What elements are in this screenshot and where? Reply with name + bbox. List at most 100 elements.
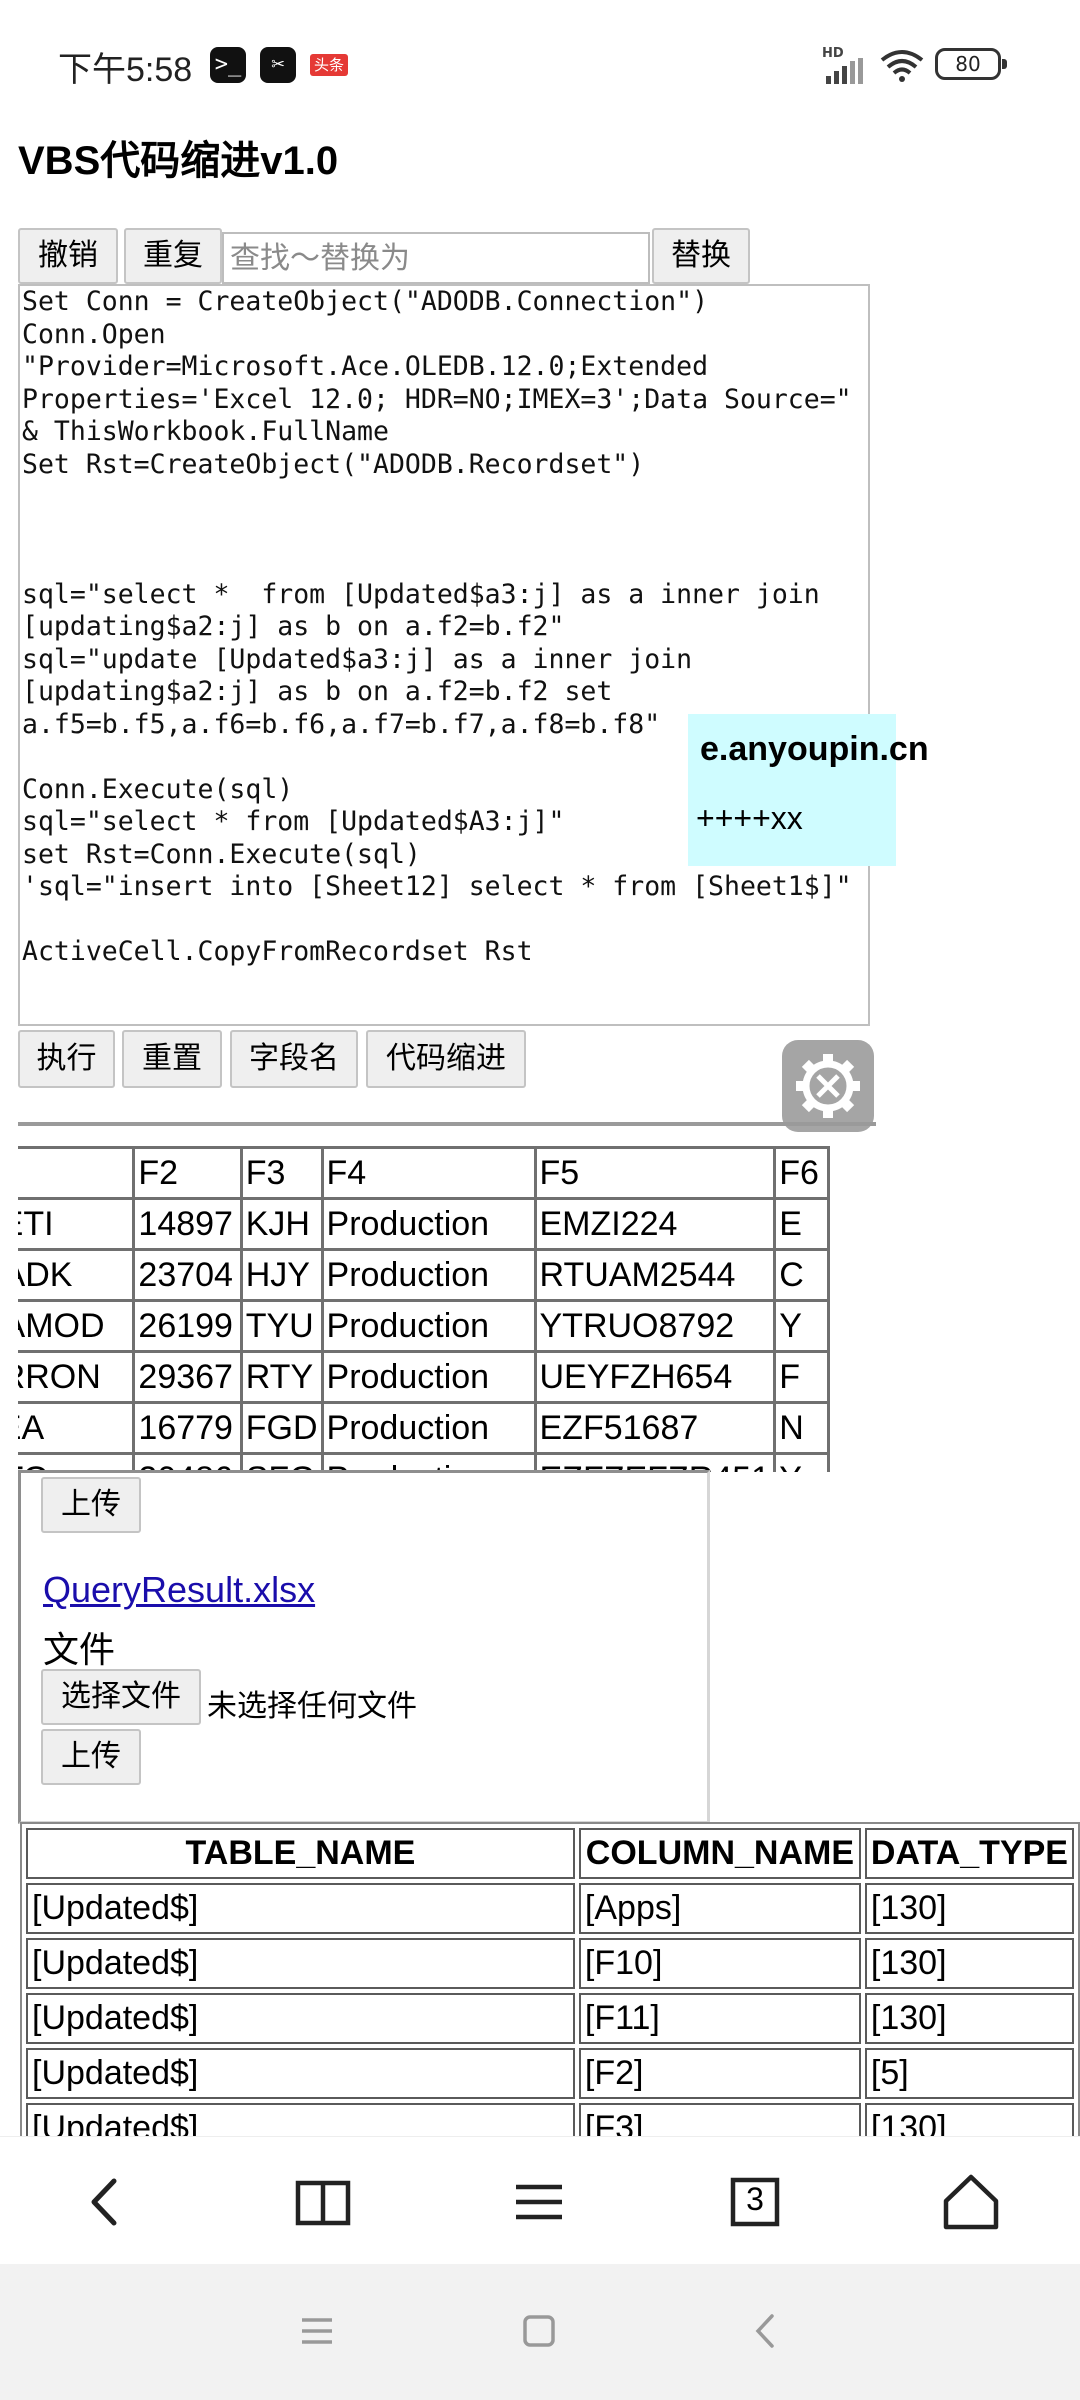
table-cell: RADK [18, 1248, 136, 1302]
table-cell: F2 [132, 1146, 243, 1200]
table-cell: 23704 [132, 1248, 243, 1302]
table-cell: E [773, 1197, 830, 1251]
table-cell: Production [320, 1197, 537, 1251]
table-cell: [F11] [578, 1993, 861, 2044]
table-cell: [Updated$] [26, 1993, 575, 2044]
table-cell: F3 [239, 1146, 324, 1200]
tab-count: 3 [746, 2181, 764, 2217]
table-cell: Production [320, 1248, 537, 1302]
table-cell: [F10] [578, 1938, 861, 1989]
table-cell: Production [320, 1299, 537, 1353]
table-cell: RTY [239, 1350, 324, 1404]
replace-button[interactable]: 替换 [652, 228, 750, 284]
signal-icon [826, 58, 863, 84]
table-cell: [F2] [578, 2048, 861, 2099]
table-cell: TYU [239, 1299, 324, 1353]
table-cell: RAMOD [18, 1299, 136, 1353]
table-cell: EZF51687 [533, 1401, 777, 1455]
table-cell: [Updated$] [26, 1938, 575, 1989]
table-cell: F1 [18, 1146, 136, 1200]
table-cell: HJY [239, 1248, 324, 1302]
table-cell: C [773, 1248, 830, 1302]
table-cell: [130] [864, 1938, 1074, 1989]
download-link[interactable]: QueryResult.xlsx [43, 1569, 315, 1611]
undo-button[interactable]: 撤销 [18, 228, 118, 284]
table-cell: 26199 [132, 1299, 243, 1353]
table-cell: 29367 [132, 1350, 243, 1404]
table-cell: KJH [239, 1197, 324, 1251]
table-row: [Updated$] [F11] [130] [26, 1993, 1074, 2044]
upload-button[interactable]: 上传 [41, 1477, 141, 1533]
terminal-app-icon: >_ [210, 47, 246, 83]
note-text: ++++xx [696, 800, 803, 836]
recent-apps-icon[interactable] [292, 2306, 342, 2356]
table-cell: FGD [239, 1401, 324, 1455]
gear-icon [796, 1054, 860, 1118]
battery-icon: 80 [935, 48, 1007, 80]
reset-button[interactable]: 重置 [122, 1030, 222, 1088]
no-file-text: 未选择任何文件 [207, 1689, 417, 1724]
indent-code-button[interactable]: 代码缩进 [366, 1030, 526, 1088]
code-editor[interactable]: Set Conn = CreateObject("ADODB.Connectio… [18, 284, 870, 1026]
table-cell: UEYFZH654 [533, 1350, 777, 1404]
table-cell: [130] [864, 1993, 1074, 2044]
table-cell: [5] [864, 2048, 1074, 2099]
table-cell: F6 [773, 1146, 830, 1200]
home-icon[interactable] [936, 2167, 1006, 2237]
status-time: 下午5:58 [58, 51, 193, 89]
field-names-button[interactable]: 字段名 [230, 1030, 358, 1088]
table-row: ERRON29367RTYProductionUEYFZH654F [18, 1350, 830, 1404]
table-cell: F4 [320, 1146, 537, 1200]
table-cell: TEA [18, 1401, 136, 1455]
reader-icon[interactable] [288, 2167, 358, 2237]
status-bar: 下午5:58 >_ ✂ 头条 HD 80 [0, 0, 1080, 130]
table-cell: [130] [864, 1883, 1074, 1934]
table-cell: ERRON [18, 1350, 136, 1404]
table-row: PETI14897KJHProductionEMZI224E [18, 1197, 830, 1251]
table-cell: F [773, 1350, 830, 1404]
file-label: 文件 [43, 1630, 116, 1671]
table-cell: Y [773, 1299, 830, 1353]
page-title: VBS代码缩进v1.0 [18, 139, 339, 183]
query-result-table: F1F2F3F4F5F6PETI14897KJHProductionEMZI22… [18, 1146, 830, 1472]
table-row: TEA16779FGDProductionEZF51687N [18, 1401, 830, 1455]
site-label: e.anyoupin.cn [700, 730, 929, 768]
table-cell: N [773, 1401, 830, 1455]
table-cell: 14897 [132, 1197, 243, 1251]
floating-settings-button[interactable] [782, 1040, 874, 1132]
table-cell: Production [320, 1401, 537, 1455]
table-cell: F5 [533, 1146, 777, 1200]
column-header: COLUMN_NAME [578, 1828, 861, 1879]
table-cell: EMZI224 [533, 1197, 777, 1251]
upload-submit-button[interactable]: 上传 [41, 1729, 141, 1785]
table-cell: RTUAM2544 [533, 1248, 777, 1302]
choose-file-button[interactable]: 选择文件 [41, 1669, 201, 1725]
schema-table: TABLE_NAME COLUMN_NAME DATA_TYPE [Update… [20, 1822, 1080, 2160]
system-back-icon[interactable] [742, 2306, 792, 2356]
floating-note: e.anyoupin.cn ++++xx [688, 714, 929, 866]
upload-panel: 上传 QueryResult.xlsx 文件 选择文件 未选择任何文件 上传 [18, 1470, 710, 1824]
wifi-icon [880, 50, 924, 82]
tabs-button[interactable]: 3 [720, 2167, 790, 2237]
query-result-panel[interactable]: F1F2F3F4F5F6PETI14897KJHProductionEMZI22… [18, 1122, 876, 1472]
menu-icon[interactable] [504, 2167, 574, 2237]
execute-button[interactable]: 执行 [18, 1030, 115, 1088]
redo-button[interactable]: 重复 [124, 228, 222, 284]
table-row: [Updated$] [F10] [130] [26, 1938, 1074, 1989]
table-header-row: F1F2F3F4F5F6 [18, 1146, 830, 1200]
find-replace-input[interactable] [222, 232, 650, 284]
table-cell: YTRUO8792 [533, 1299, 777, 1353]
capcut-app-icon: ✂ [260, 47, 296, 83]
table-row: [Updated$] [F2] [5] [26, 2048, 1074, 2099]
table-cell: [Apps] [578, 1883, 861, 1934]
table-cell: 16779 [132, 1401, 243, 1455]
back-icon[interactable] [72, 2167, 142, 2237]
browser-toolbar: 3 [0, 2136, 1080, 2264]
table-cell: [Updated$] [26, 1883, 575, 1934]
column-header: DATA_TYPE [864, 1828, 1074, 1879]
table-cell: Production [320, 1350, 537, 1404]
table-cell: Y [773, 1452, 830, 1472]
home-button-icon[interactable] [514, 2306, 564, 2356]
system-navigation-bar [0, 2264, 1080, 2400]
table-cell: PETI [18, 1197, 136, 1251]
